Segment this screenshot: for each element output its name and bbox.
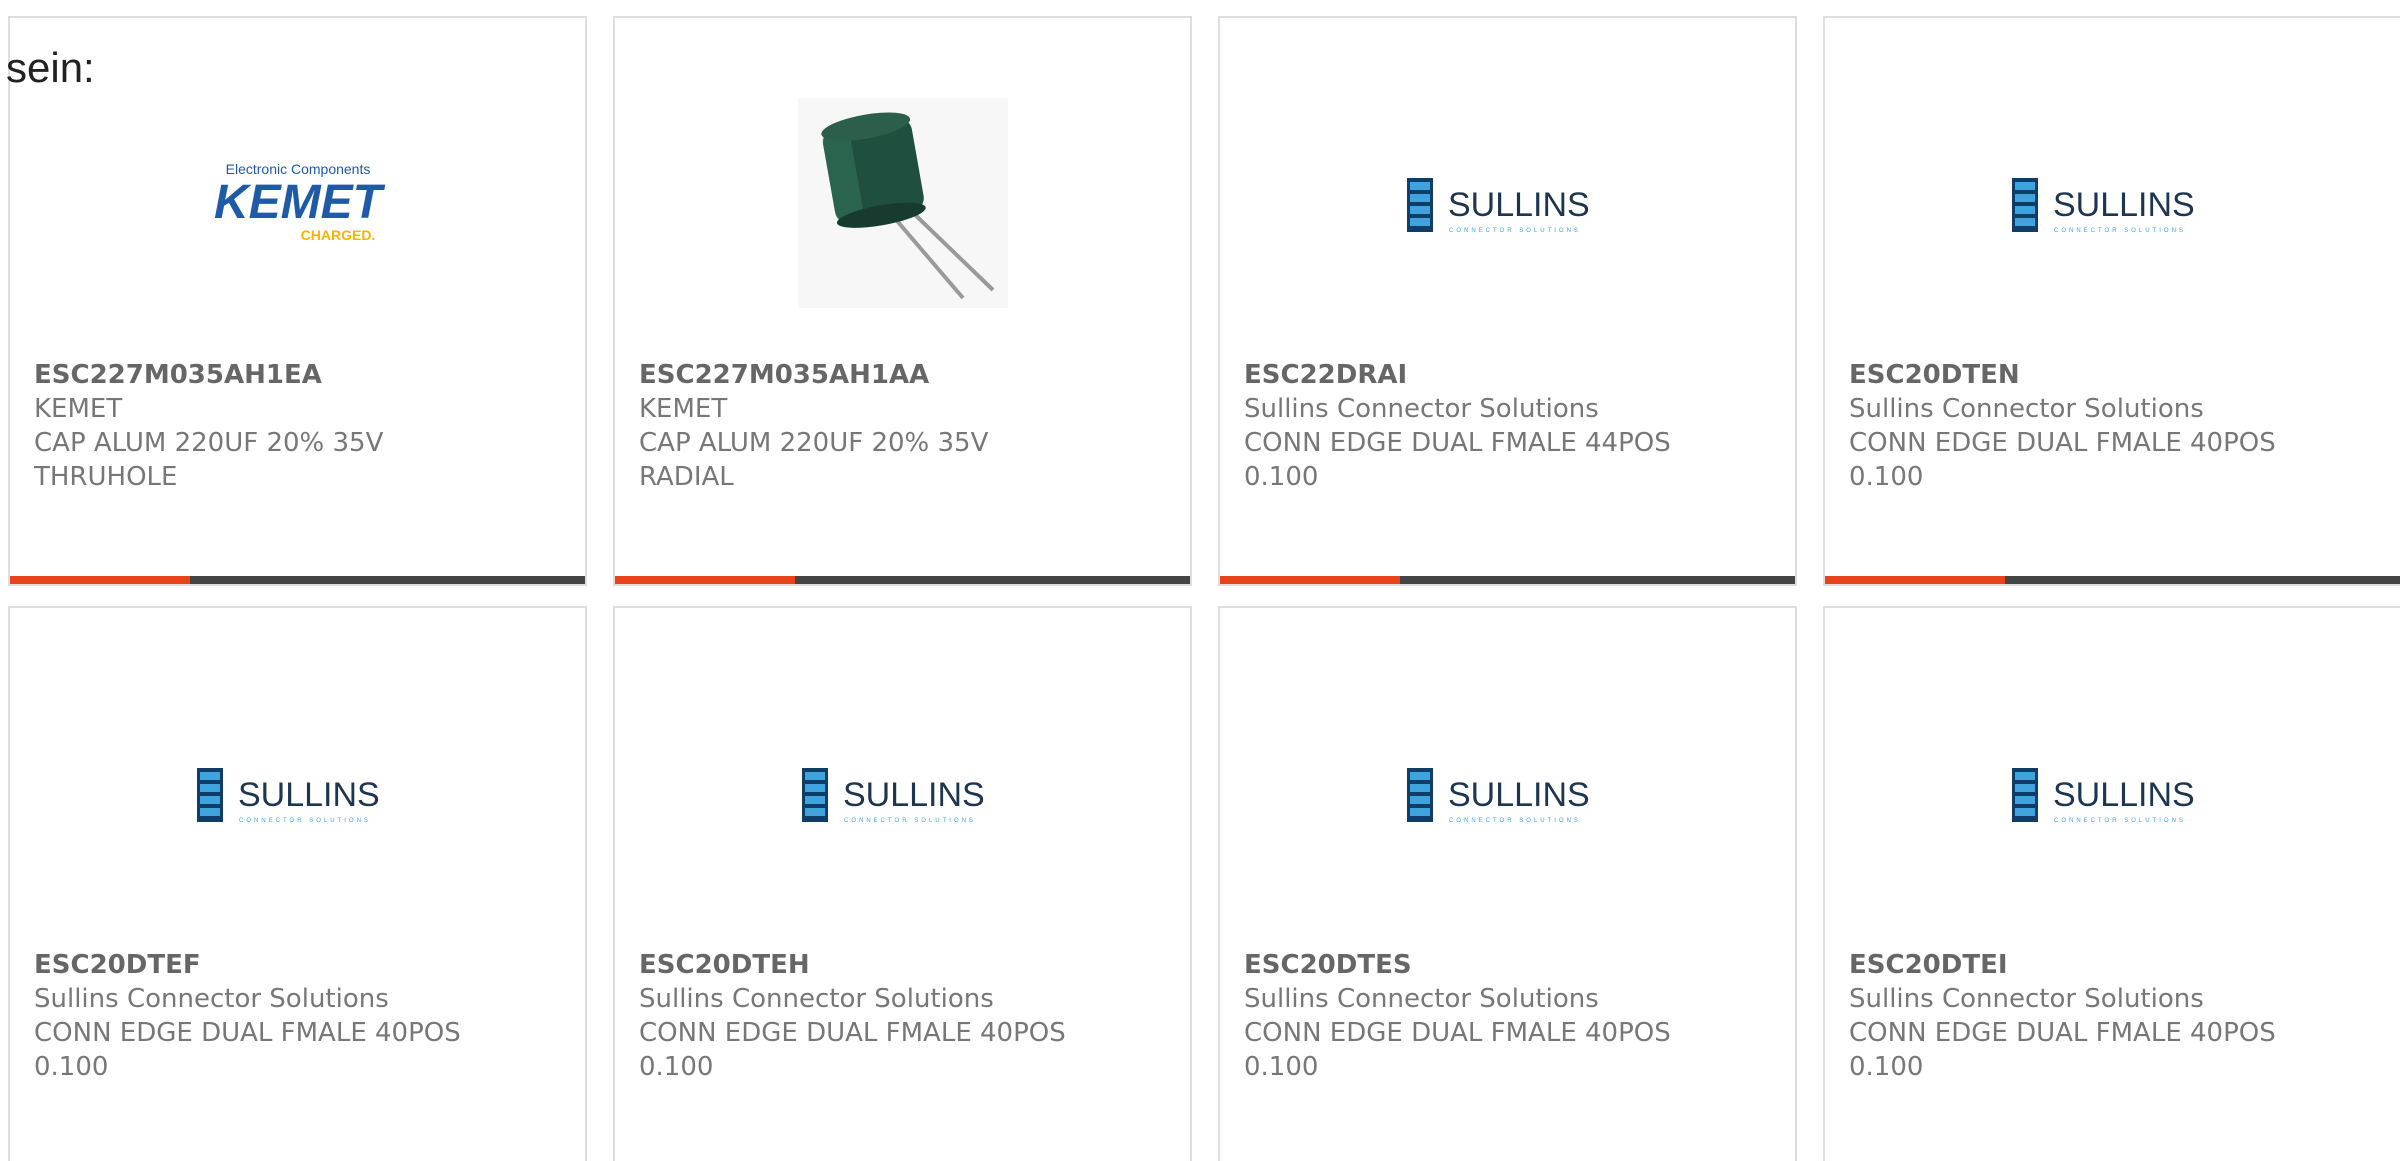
sullins-logo-text: SULLINS [1448,776,1590,814]
product-info: ESC20DTES Sullins Connector Solutions CO… [1244,948,1779,1084]
description-line-1: CONN EDGE DUAL FMALE 40POS [34,1018,461,1048]
manufacturer: Sullins Connector Solutions [34,984,389,1014]
sullins-logo-text: SULLINS [2053,186,2195,224]
sullins-logo: SULLINS CONNECTOR SOLUTIONS [2011,768,2195,824]
card-bottom-bar [1825,576,2400,584]
sullins-logo: SULLINS CONNECTOR SOLUTIONS [1406,178,1590,234]
kemet-logo-sub-text: CHARGED. [300,227,375,243]
description-line-1: CONN EDGE DUAL FMALE 40POS [1244,1018,1671,1048]
description-line-2: 0.100 [1849,462,1924,492]
card-bottom-bar [1220,576,1795,584]
description-line-1: CAP ALUM 220UF 20% 35V [639,428,989,458]
card-bottom-bar [10,576,585,584]
intro-text: sein: [6,44,95,91]
part-number[interactable]: ESC227M035AH1EA [34,358,569,392]
card-bar-accent [615,576,795,584]
manufacturer: KEMET [34,394,123,424]
description-line-2: RADIAL [639,462,734,492]
product-image: SULLINS CONNECTOR SOLUTIONS [1825,78,2400,328]
sullins-logo-sub-text: CONNECTOR SOLUTIONS [844,818,976,824]
product-card[interactable]: SULLINS CONNECTOR SOLUTIONS ESC20DTEI Su… [1823,606,2400,1161]
capacitor-photo [797,98,1008,308]
description-line-2: 0.100 [1244,1052,1319,1082]
product-card[interactable]: ESC227M035AH1AA KEMET CAP ALUM 220UF 20%… [613,16,1192,586]
description-line-2: 0.100 [1849,1052,1924,1082]
part-number[interactable]: ESC20DTEN [1849,358,2384,392]
manufacturer: Sullins Connector Solutions [1244,984,1599,1014]
card-bar-accent [1825,576,2005,584]
product-info: ESC227M035AH1EA KEMET CAP ALUM 220UF 20%… [34,358,569,494]
part-number[interactable]: ESC227M035AH1AA [639,358,1174,392]
description-line-2: THRUHOLE [34,462,178,492]
product-image: SULLINS CONNECTOR SOLUTIONS [10,668,585,918]
product-info: ESC227M035AH1AA KEMET CAP ALUM 220UF 20%… [639,358,1174,494]
product-info: ESC22DRAI Sullins Connector Solutions CO… [1244,358,1779,494]
part-number[interactable]: ESC20DTES [1244,948,1779,982]
product-card[interactable]: SULLINS CONNECTOR SOLUTIONS ESC20DTEH Su… [613,606,1192,1161]
part-number[interactable]: ESC20DTEI [1849,948,2384,982]
sullins-logo-text: SULLINS [843,776,985,814]
product-card[interactable]: SULLINS CONNECTOR SOLUTIONS ESC20DTES Su… [1218,606,1797,1161]
product-info: ESC20DTEN Sullins Connector Solutions CO… [1849,358,2384,494]
kemet-logo-main-text: KEMET [214,176,386,229]
manufacturer: KEMET [639,394,728,424]
card-bar-accent [1220,576,1400,584]
description-line-1: CONN EDGE DUAL FMALE 40POS [1849,428,2276,458]
product-card[interactable]: Electronic Components KEMET CHARGED. ESC… [8,16,587,586]
description-line-2: 0.100 [1244,462,1319,492]
product-image: SULLINS CONNECTOR SOLUTIONS [1825,668,2400,918]
product-card[interactable]: SULLINS CONNECTOR SOLUTIONS ESC20DTEF Su… [8,606,587,1161]
description-line-1: CAP ALUM 220UF 20% 35V [34,428,384,458]
card-bar-accent [10,576,190,584]
sullins-logo-sub-text: CONNECTOR SOLUTIONS [239,818,371,824]
sullins-logo-sub-text: CONNECTOR SOLUTIONS [1449,818,1581,824]
page: sein: Electronic Components KEMET CHARGE… [0,0,2400,1161]
kemet-logo-top-text: Electronic Components [225,161,370,177]
manufacturer: Sullins Connector Solutions [1849,984,2204,1014]
product-image [615,78,1190,328]
sullins-logo-sub-text: CONNECTOR SOLUTIONS [1449,228,1581,234]
product-image: Electronic Components KEMET CHARGED. [10,78,585,328]
product-info: ESC20DTEF Sullins Connector Solutions CO… [34,948,569,1084]
description-line-2: 0.100 [34,1052,109,1082]
product-image: SULLINS CONNECTOR SOLUTIONS [1220,78,1795,328]
product-card[interactable]: SULLINS CONNECTOR SOLUTIONS ESC22DRAI Su… [1218,16,1797,586]
sullins-logo-sub-text: CONNECTOR SOLUTIONS [2054,818,2186,824]
part-number[interactable]: ESC20DTEH [639,948,1174,982]
sullins-logo-sub-text: CONNECTOR SOLUTIONS [2054,228,2186,234]
product-image: SULLINS CONNECTOR SOLUTIONS [615,668,1190,918]
description-line-1: CONN EDGE DUAL FMALE 44POS [1244,428,1671,458]
manufacturer: Sullins Connector Solutions [639,984,994,1014]
sullins-logo: SULLINS CONNECTOR SOLUTIONS [2011,178,2195,234]
manufacturer: Sullins Connector Solutions [1244,394,1599,424]
product-info: ESC20DTEH Sullins Connector Solutions CO… [639,948,1174,1084]
sullins-logo-text: SULLINS [2053,776,2195,814]
sullins-logo-text: SULLINS [1448,186,1590,224]
sullins-logo: SULLINS CONNECTOR SOLUTIONS [196,768,380,824]
product-grid: Electronic Components KEMET CHARGED. ESC… [8,16,2400,1161]
kemet-logo: Electronic Components KEMET CHARGED. [214,161,386,243]
card-bottom-bar [615,576,1190,584]
description-line-2: 0.100 [639,1052,714,1082]
sullins-logo: SULLINS CONNECTOR SOLUTIONS [1406,768,1590,824]
description-line-1: CONN EDGE DUAL FMALE 40POS [1849,1018,2276,1048]
product-info: ESC20DTEI Sullins Connector Solutions CO… [1849,948,2384,1084]
manufacturer: Sullins Connector Solutions [1849,394,2204,424]
part-number[interactable]: ESC20DTEF [34,948,569,982]
product-image: SULLINS CONNECTOR SOLUTIONS [1220,668,1795,918]
sullins-logo: SULLINS CONNECTOR SOLUTIONS [801,768,985,824]
sullins-logo-text: SULLINS [238,776,380,814]
product-card[interactable]: SULLINS CONNECTOR SOLUTIONS ESC20DTEN Su… [1823,16,2400,586]
part-number[interactable]: ESC22DRAI [1244,358,1779,392]
description-line-1: CONN EDGE DUAL FMALE 40POS [639,1018,1066,1048]
